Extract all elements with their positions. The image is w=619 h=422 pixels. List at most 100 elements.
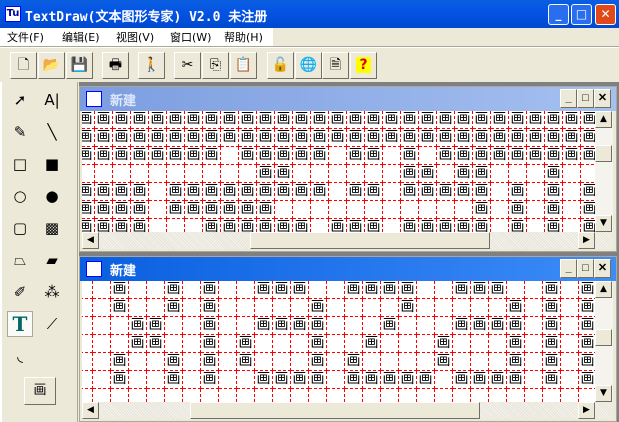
grid-cell[interactable] <box>347 165 365 183</box>
grid-cell[interactable]: 画 <box>147 335 165 353</box>
grid-cell[interactable]: 画 <box>509 147 527 165</box>
grid-cell[interactable]: 画 <box>419 183 437 201</box>
grid-cell[interactable] <box>417 335 435 353</box>
grid-cell[interactable]: 画 <box>111 353 129 371</box>
grid-cell[interactable] <box>327 371 345 389</box>
menu-view[interactable]: 视图(V) <box>116 29 154 45</box>
grid-cell[interactable]: 画 <box>311 183 329 201</box>
grid-cell[interactable]: 画 <box>95 147 113 165</box>
grid-cell[interactable] <box>453 335 471 353</box>
window-close-button[interactable]: ✕ <box>594 259 611 278</box>
grid-cell[interactable]: 画 <box>95 129 113 147</box>
grid-cell[interactable] <box>219 281 237 299</box>
grid-cell[interactable]: 画 <box>149 147 167 165</box>
scroll-down-button[interactable]: ▼ <box>595 215 612 232</box>
grid-cell[interactable] <box>291 299 309 317</box>
grid-cell[interactable] <box>563 219 581 232</box>
grid-cell[interactable]: 画 <box>381 317 399 335</box>
print-button[interactable]: 🖶 <box>102 52 129 79</box>
grid-cell[interactable]: 画 <box>165 299 183 317</box>
grid-cell[interactable]: 画 <box>419 129 437 147</box>
grid-cell[interactable] <box>363 353 381 371</box>
grid-cell[interactable]: 画 <box>437 183 455 201</box>
grid-cell[interactable]: 画 <box>579 371 595 389</box>
grid-cell[interactable]: 画 <box>95 183 113 201</box>
grid-cell[interactable] <box>237 281 255 299</box>
grid-cell[interactable]: 画 <box>82 111 95 129</box>
grid-cell[interactable]: 画 <box>257 219 275 232</box>
grid-cell[interactable]: 画 <box>221 111 239 129</box>
grid-cell[interactable]: 画 <box>113 111 131 129</box>
window-minimize-button[interactable]: _ <box>560 259 577 278</box>
grid-cell[interactable]: 画 <box>365 129 383 147</box>
vertical-scrollbar[interactable]: ▲ ▼ <box>595 281 613 402</box>
grid-cell[interactable] <box>129 389 147 402</box>
grid-cell[interactable]: 画 <box>579 281 595 299</box>
grid-cell[interactable]: 画 <box>455 147 473 165</box>
grid-cell[interactable]: 画 <box>239 111 257 129</box>
grid-cell[interactable] <box>93 371 111 389</box>
grid-cell[interactable]: 画 <box>347 111 365 129</box>
grid-cell[interactable]: 画 <box>309 335 327 353</box>
grid-cell[interactable] <box>129 353 147 371</box>
grid-cell[interactable]: 画 <box>239 129 257 147</box>
grid-cell[interactable] <box>399 389 417 402</box>
close-button[interactable]: ✕ <box>595 4 616 25</box>
grid-cell[interactable]: 画 <box>167 183 185 201</box>
grid-cell[interactable]: 画 <box>473 129 491 147</box>
grid-cell[interactable]: 画 <box>275 165 293 183</box>
grid-cell[interactable]: 画 <box>581 201 595 219</box>
grid-cell[interactable]: 画 <box>273 371 291 389</box>
grid-cell[interactable]: 画 <box>473 111 491 129</box>
grid-cell[interactable]: 画 <box>579 353 595 371</box>
grid-cell[interactable] <box>147 281 165 299</box>
grid-cell[interactable]: 画 <box>581 147 595 165</box>
grid-cell[interactable] <box>183 335 201 353</box>
grid-cell[interactable]: 画 <box>543 335 561 353</box>
grid-cell[interactable]: 画 <box>131 201 149 219</box>
rectangle-filled-tool[interactable]: ■ <box>39 151 65 177</box>
grid-cell[interactable] <box>221 147 239 165</box>
grid-cell[interactable]: 画 <box>543 353 561 371</box>
grid-cell[interactable]: 画 <box>401 129 419 147</box>
grid-cell[interactable]: 画 <box>329 111 347 129</box>
polygon-filled-tool[interactable]: ▰ <box>39 247 65 273</box>
character-grid[interactable]: 画画画画画画画画画画画画画画画画画画画画画画画画画画画画画画画画画画画画画画画画… <box>82 281 595 402</box>
grid-cell[interactable]: 画 <box>95 219 113 232</box>
grid-cell[interactable] <box>165 317 183 335</box>
grid-cell[interactable] <box>453 353 471 371</box>
grid-cell[interactable]: 画 <box>201 299 219 317</box>
grid-cell[interactable]: 画 <box>581 219 596 232</box>
grid-cell[interactable]: 画 <box>131 129 149 147</box>
grid-cell[interactable] <box>111 389 129 402</box>
grid-cell[interactable]: 画 <box>563 111 581 129</box>
grid-cell[interactable]: 画 <box>185 111 203 129</box>
grid-cell[interactable]: 画 <box>579 335 595 353</box>
grid-cell[interactable] <box>149 183 167 201</box>
grid-cell[interactable]: 画 <box>291 371 309 389</box>
grid-cell[interactable]: 画 <box>111 371 129 389</box>
grid-cell[interactable] <box>327 335 345 353</box>
grid-cell[interactable]: 画 <box>329 129 347 147</box>
grid-cell[interactable] <box>381 299 399 317</box>
grid-cell[interactable]: 画 <box>291 317 309 335</box>
grid-cell[interactable] <box>149 165 167 183</box>
grid-cell[interactable]: 画 <box>257 165 275 183</box>
grid-cell[interactable] <box>219 371 237 389</box>
grid-cell[interactable]: 画 <box>167 129 185 147</box>
grid-cell[interactable]: 画 <box>203 147 221 165</box>
grid-cell[interactable]: 画 <box>365 147 383 165</box>
grid-cell[interactable] <box>417 353 435 371</box>
grid-cell[interactable] <box>237 317 255 335</box>
grid-cell[interactable]: 画 <box>203 201 221 219</box>
grid-cell[interactable]: 画 <box>579 299 595 317</box>
grid-cell[interactable] <box>147 371 165 389</box>
grid-cell[interactable] <box>525 389 543 402</box>
grid-cell[interactable]: 画 <box>201 335 219 353</box>
grid-cell[interactable] <box>291 353 309 371</box>
grid-cell[interactable] <box>345 317 363 335</box>
grid-cell[interactable] <box>255 389 273 402</box>
grid-cell[interactable]: 画 <box>185 129 203 147</box>
text-tool-tool[interactable]: T <box>7 311 33 337</box>
rounded-rect-outline-tool[interactable]: ▢ <box>7 215 33 241</box>
